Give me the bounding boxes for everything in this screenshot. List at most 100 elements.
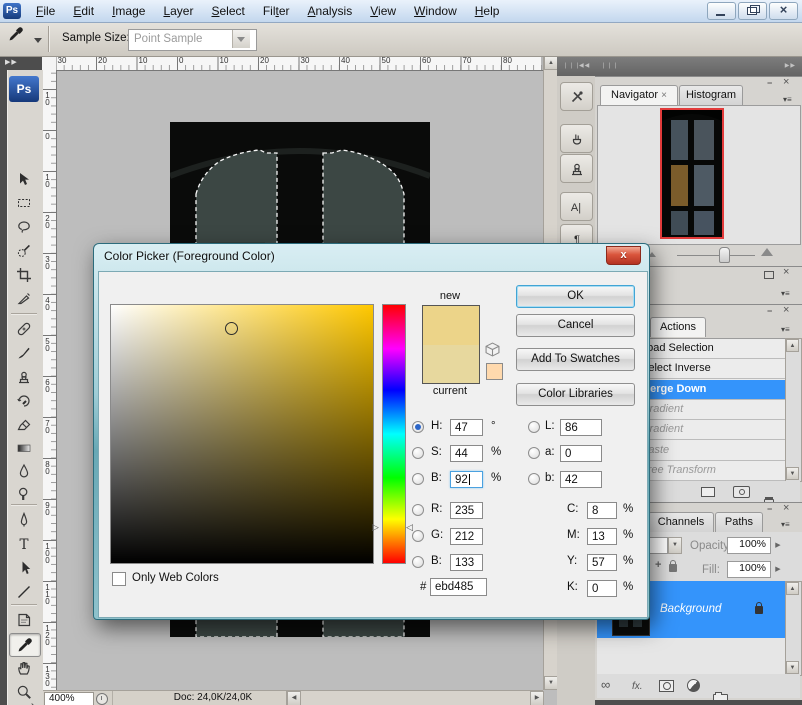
tab-channels[interactable]: Channels bbox=[648, 512, 714, 533]
panel-menu-icon[interactable] bbox=[781, 323, 790, 335]
radio-lab-a[interactable] bbox=[528, 447, 540, 459]
dock-header[interactable]: ❘❘❘ ❘❘❘ bbox=[557, 56, 802, 76]
zoom-in-mountain-icon[interactable] bbox=[761, 248, 773, 256]
add-mask-icon[interactable] bbox=[659, 680, 674, 692]
canvas-horizontal-scrollbar[interactable] bbox=[286, 691, 544, 705]
field-cyan[interactable]: 8 bbox=[587, 502, 617, 519]
menu-layer[interactable]: Layer bbox=[154, 4, 202, 18]
scroll-up-icon[interactable] bbox=[544, 56, 558, 70]
navigator-zoom-slider[interactable] bbox=[677, 255, 755, 256]
panel-minimize-icon[interactable] bbox=[767, 79, 772, 88]
web-color-cube-icon[interactable] bbox=[485, 342, 500, 357]
menu-window[interactable]: Window bbox=[405, 4, 466, 18]
menu-analysis[interactable]: Analysis bbox=[299, 4, 362, 18]
menu-image[interactable]: Image bbox=[103, 4, 154, 18]
hue-slider-left-arrow-icon[interactable] bbox=[372, 522, 379, 533]
radio-hue[interactable] bbox=[412, 421, 424, 433]
field-red[interactable]: 235 bbox=[450, 502, 483, 519]
lock-position-icon[interactable]: + bbox=[655, 559, 661, 571]
panel-maximize-icon[interactable] bbox=[764, 271, 774, 279]
panel-menu-icon[interactable] bbox=[781, 287, 790, 299]
menu-edit[interactable]: Edit bbox=[64, 4, 103, 18]
notes-tool[interactable] bbox=[9, 609, 39, 631]
radio-green[interactable] bbox=[412, 530, 424, 542]
field-blue[interactable]: 133 bbox=[450, 554, 483, 571]
field-yellow[interactable]: 57 bbox=[587, 554, 617, 571]
scroll-right-icon[interactable] bbox=[530, 691, 544, 705]
blend-mode-dropdown-icon[interactable]: ▼ bbox=[668, 537, 682, 554]
layer-style-icon[interactable] bbox=[632, 680, 643, 692]
menu-file[interactable]: File bbox=[27, 4, 64, 18]
gradient-tool[interactable] bbox=[9, 437, 39, 459]
eraser-tool[interactable] bbox=[9, 414, 39, 436]
radio-red[interactable] bbox=[412, 504, 424, 516]
minimize-button[interactable] bbox=[707, 2, 736, 20]
color-field-marker[interactable] bbox=[225, 322, 238, 335]
dodge-tool[interactable] bbox=[9, 483, 39, 505]
restore-button[interactable] bbox=[738, 2, 767, 20]
panel-close-icon[interactable] bbox=[783, 306, 789, 315]
opacity-field[interactable]: 100% bbox=[727, 537, 771, 554]
field-green[interactable]: 212 bbox=[450, 528, 483, 545]
color-libraries-button[interactable]: Color Libraries bbox=[516, 383, 635, 406]
field-lab-a[interactable]: 0 bbox=[560, 445, 602, 462]
ps-logo-button[interactable]: Ps bbox=[9, 76, 39, 102]
ok-button[interactable]: OK bbox=[516, 285, 635, 308]
lasso-tool[interactable] bbox=[9, 216, 39, 238]
radio-saturation[interactable] bbox=[412, 447, 424, 459]
opacity-slider-icon[interactable]: ▶ bbox=[773, 537, 783, 554]
fill-slider-icon[interactable]: ▶ bbox=[773, 561, 783, 578]
radio-blue[interactable] bbox=[412, 556, 424, 568]
hex-field[interactable]: ebd485 bbox=[430, 578, 487, 596]
only-web-colors-checkbox[interactable] bbox=[112, 572, 126, 586]
stop-playing-icon[interactable] bbox=[701, 487, 715, 497]
panel-close-icon[interactable] bbox=[783, 78, 789, 87]
panel-menu-icon[interactable] bbox=[783, 93, 792, 105]
panel-close-icon[interactable] bbox=[783, 268, 789, 277]
hue-slider-right-arrow-icon[interactable] bbox=[406, 522, 413, 533]
path-selection-tool[interactable] bbox=[9, 557, 39, 579]
layers-scrollbar[interactable] bbox=[785, 581, 802, 676]
tool-preset-caret-icon[interactable] bbox=[34, 38, 42, 43]
panel-close-icon[interactable] bbox=[783, 504, 789, 513]
link-layers-icon[interactable] bbox=[601, 677, 610, 692]
field-hue[interactable]: 47 bbox=[450, 419, 483, 436]
slice-tool[interactable] bbox=[9, 288, 39, 310]
dock-collapse-right-icon[interactable] bbox=[785, 62, 796, 69]
tab-close-icon[interactable] bbox=[661, 89, 667, 101]
add-to-swatches-button[interactable]: Add To Swatches bbox=[516, 348, 635, 371]
line-tool[interactable] bbox=[9, 581, 39, 603]
radio-lab-b[interactable] bbox=[528, 473, 540, 485]
radio-brightness[interactable] bbox=[412, 473, 424, 485]
hand-tool[interactable] bbox=[9, 657, 39, 679]
actions-scrollbar[interactable] bbox=[785, 338, 802, 482]
field-lab-l[interactable]: 86 bbox=[560, 419, 602, 436]
zoom-level-field[interactable]: 400% bbox=[44, 692, 94, 705]
field-magenta[interactable]: 13 bbox=[587, 528, 617, 545]
tab-navigator[interactable]: Navigator bbox=[600, 85, 678, 106]
history-brush-tool[interactable] bbox=[9, 390, 39, 412]
eyedropper-options-icon[interactable] bbox=[8, 26, 34, 52]
pen-tool[interactable] bbox=[9, 509, 39, 531]
dialog-close-button[interactable]: x bbox=[606, 246, 641, 265]
crop-tool[interactable] bbox=[9, 264, 39, 286]
field-brightness[interactable]: 92 bbox=[450, 471, 483, 488]
dock-collapse-left-icon[interactable] bbox=[579, 62, 590, 69]
tab-paths[interactable]: Paths bbox=[715, 512, 763, 533]
fill-field[interactable]: 100% bbox=[727, 561, 771, 578]
move-tool[interactable] bbox=[9, 168, 39, 190]
panel-icon-tools[interactable] bbox=[560, 82, 593, 111]
field-black[interactable]: 0 bbox=[587, 580, 617, 597]
scroll-down-icon[interactable] bbox=[544, 676, 558, 690]
navigator-zoom-slider-thumb[interactable] bbox=[719, 247, 730, 263]
brush-tool[interactable] bbox=[9, 342, 39, 364]
zoom-tool[interactable] bbox=[9, 681, 39, 703]
eyedropper-tool[interactable] bbox=[9, 633, 41, 657]
rectangular-marquee-tool[interactable] bbox=[9, 192, 39, 214]
menu-select[interactable]: Select bbox=[202, 4, 253, 18]
blur-tool[interactable] bbox=[9, 460, 39, 482]
panel-icon-clone-source[interactable] bbox=[560, 154, 593, 183]
field-lab-b[interactable]: 42 bbox=[560, 471, 602, 488]
navigator-view-box[interactable] bbox=[660, 108, 724, 239]
adjustment-layer-icon[interactable] bbox=[687, 679, 700, 692]
